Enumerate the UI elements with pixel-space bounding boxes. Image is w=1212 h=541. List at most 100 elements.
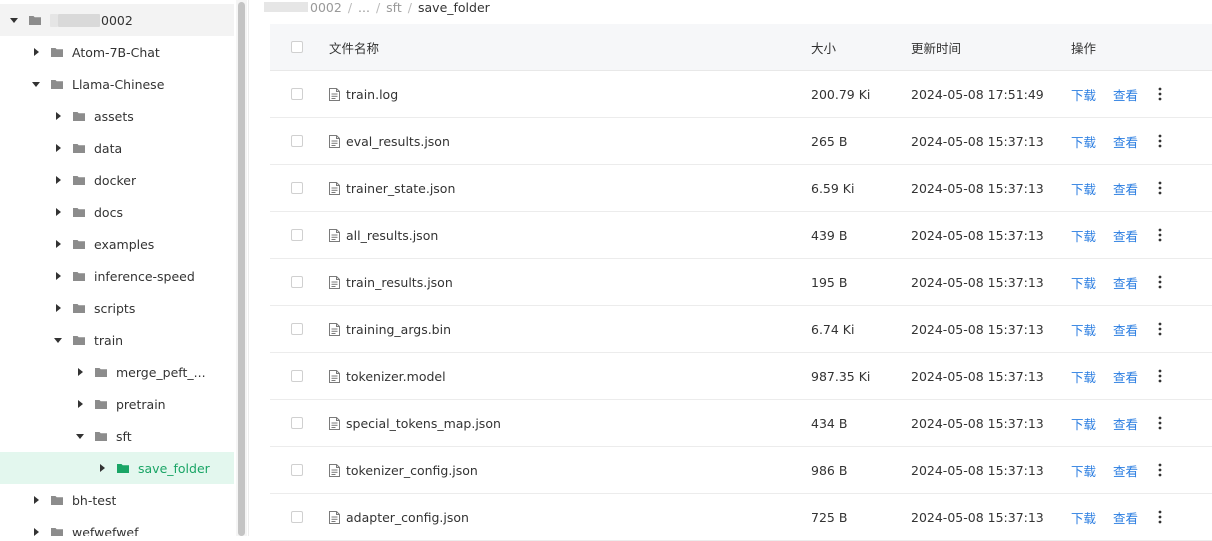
row-checkbox[interactable]	[291, 88, 303, 100]
caret-right-icon[interactable]	[53, 239, 63, 249]
tree-node-root[interactable]: 0002	[0, 4, 234, 36]
view-link[interactable]: 查看	[1113, 132, 1138, 151]
download-link[interactable]: 下载	[1071, 273, 1096, 292]
tree-node-data[interactable]: data	[0, 132, 234, 164]
tree-node-docs[interactable]: docs	[0, 196, 234, 228]
file-name-cell[interactable]: all_results.json	[329, 228, 438, 243]
caret-right-icon[interactable]	[53, 175, 63, 185]
download-link[interactable]: 下载	[1071, 320, 1096, 339]
view-link[interactable]: 查看	[1113, 226, 1138, 245]
caret-right-icon[interactable]	[53, 111, 63, 121]
tree-node-wefwefwef[interactable]: wefwefwef	[0, 516, 234, 536]
caret-right-icon[interactable]	[53, 303, 63, 313]
table-row[interactable]: train_results.json 195 B 2024-05-08 15:37:…	[270, 259, 1212, 306]
view-link[interactable]: 查看	[1113, 508, 1138, 527]
caret-right-icon[interactable]	[53, 271, 63, 281]
file-name-cell[interactable]: eval_results.json	[329, 134, 450, 149]
file-name-cell[interactable]: train_results.json	[329, 275, 453, 290]
download-link[interactable]: 下载	[1071, 132, 1096, 151]
more-vertical-icon[interactable]	[1158, 181, 1162, 195]
tree-node-sft[interactable]: sft	[0, 420, 234, 452]
more-vertical-icon[interactable]	[1158, 416, 1162, 430]
breadcrumb-sft[interactable]: sft	[386, 0, 402, 15]
row-checkbox[interactable]	[291, 276, 303, 288]
tree-node-llama-chinese[interactable]: Llama-Chinese	[0, 68, 234, 100]
caret-down-icon[interactable]	[31, 79, 41, 89]
table-row[interactable]: train.log 200.79 Ki 2024-05-08 17:51:49 下载查…	[270, 71, 1212, 118]
view-link[interactable]: 查看	[1113, 367, 1138, 386]
caret-right-icon[interactable]	[75, 399, 85, 409]
download-link[interactable]: 下载	[1071, 226, 1096, 245]
download-link[interactable]: 下载	[1071, 179, 1096, 198]
more-vertical-icon[interactable]	[1158, 510, 1162, 524]
file-name-cell[interactable]: special_tokens_map.json	[329, 416, 501, 431]
tree-node-examples[interactable]: examples	[0, 228, 234, 260]
caret-down-icon[interactable]	[53, 335, 63, 345]
caret-right-icon[interactable]	[53, 143, 63, 153]
row-checkbox[interactable]	[291, 511, 303, 523]
more-vertical-icon[interactable]	[1158, 134, 1162, 148]
caret-right-icon[interactable]	[75, 367, 85, 377]
caret-right-icon[interactable]	[53, 207, 63, 217]
tree-node-merge-peft[interactable]: merge_peft_...	[0, 356, 234, 388]
caret-right-icon[interactable]	[31, 47, 41, 57]
tree-node-assets[interactable]: assets	[0, 100, 234, 132]
select-all-checkbox[interactable]	[291, 41, 303, 53]
view-link[interactable]: 查看	[1113, 461, 1138, 480]
more-vertical-icon[interactable]	[1158, 228, 1162, 242]
download-link[interactable]: 下载	[1071, 414, 1096, 433]
row-checkbox[interactable]	[291, 323, 303, 335]
file-name-cell[interactable]: training_args.bin	[329, 322, 451, 337]
tree-node-bh-test[interactable]: bh-test	[0, 484, 234, 516]
folder-icon	[95, 431, 107, 441]
caret-right-icon[interactable]	[31, 527, 41, 536]
row-checkbox[interactable]	[291, 417, 303, 429]
download-link[interactable]: 下载	[1071, 367, 1096, 386]
more-vertical-icon[interactable]	[1158, 322, 1162, 336]
table-row[interactable]: tokenizer_config.json 986 B 2024-05-08 15:…	[270, 447, 1212, 494]
caret-right-icon[interactable]	[97, 463, 107, 473]
row-checkbox[interactable]	[291, 464, 303, 476]
row-checkbox[interactable]	[291, 182, 303, 194]
row-checkbox[interactable]	[291, 229, 303, 241]
caret-down-icon[interactable]	[9, 15, 19, 25]
table-row[interactable]: adapter_config.json 725 B 2024-05-08 15:37…	[270, 494, 1212, 541]
download-link[interactable]: 下载	[1071, 461, 1096, 480]
caret-down-icon[interactable]	[75, 431, 85, 441]
file-name-cell[interactable]: adapter_config.json	[329, 510, 469, 525]
table-row[interactable]: all_results.json 439 B 2024-05-08 15:37:13…	[270, 212, 1212, 259]
tree-node-pretrain[interactable]: pretrain	[0, 388, 234, 420]
more-vertical-icon[interactable]	[1158, 87, 1162, 101]
more-vertical-icon[interactable]	[1158, 369, 1162, 383]
view-link[interactable]: 查看	[1113, 273, 1138, 292]
caret-right-icon[interactable]	[31, 495, 41, 505]
file-name-cell[interactable]: train.log	[329, 87, 398, 102]
tree-node-scripts[interactable]: scripts	[0, 292, 234, 324]
table-row[interactable]: tokenizer.model 987.35 Ki 2024-05-08 15:37…	[270, 353, 1212, 400]
table-row[interactable]: trainer_state.json 6.59 Ki 2024-05-08 15:3…	[270, 165, 1212, 212]
tree-node-atom-7b-chat[interactable]: Atom-7B-Chat	[0, 36, 234, 68]
breadcrumb-root[interactable]: 0002	[310, 0, 342, 15]
sidebar-scrollbar-thumb[interactable]	[238, 2, 245, 536]
view-link[interactable]: 查看	[1113, 85, 1138, 104]
download-link[interactable]: 下载	[1071, 508, 1096, 527]
table-row[interactable]: eval_results.json 265 B 2024-05-08 15:37:1…	[270, 118, 1212, 165]
file-name-cell[interactable]: trainer_state.json	[329, 181, 455, 196]
tree-node-save-folder[interactable]: save_folder	[0, 452, 234, 484]
tree-node-inference-speed[interactable]: inference-speed	[0, 260, 234, 292]
tree-node-train[interactable]: train	[0, 324, 234, 356]
view-link[interactable]: 查看	[1113, 414, 1138, 433]
view-link[interactable]: 查看	[1113, 179, 1138, 198]
breadcrumb-ellipsis[interactable]: ...	[358, 0, 370, 15]
view-link[interactable]: 查看	[1113, 320, 1138, 339]
more-vertical-icon[interactable]	[1158, 275, 1162, 289]
row-checkbox[interactable]	[291, 135, 303, 147]
table-row[interactable]: special_tokens_map.json 434 B 2024-05-08 1…	[270, 400, 1212, 447]
download-link[interactable]: 下载	[1071, 85, 1096, 104]
table-row[interactable]: training_args.bin 6.74 Ki 2024-05-08 15:37…	[270, 306, 1212, 353]
file-name-cell[interactable]: tokenizer_config.json	[329, 463, 478, 478]
row-checkbox[interactable]	[291, 370, 303, 382]
file-name-cell[interactable]: tokenizer.model	[329, 369, 446, 384]
more-vertical-icon[interactable]	[1158, 463, 1162, 477]
tree-node-docker[interactable]: docker	[0, 164, 234, 196]
